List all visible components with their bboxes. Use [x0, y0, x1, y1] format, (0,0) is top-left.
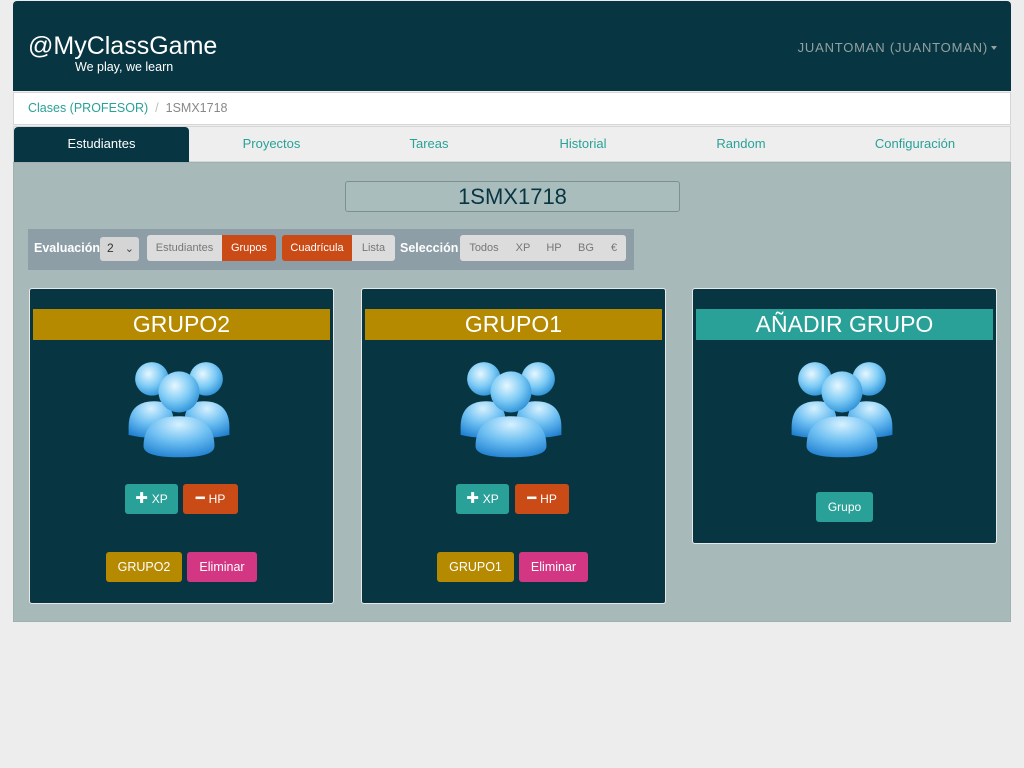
- group-name-button[interactable]: GRUPO2: [106, 552, 182, 582]
- group-card: GRUPO2 ✚ XP ━ HP GRUPO2 Eliminar: [29, 288, 334, 604]
- group-card-title: GRUPO2: [33, 309, 330, 340]
- chevron-down-icon: ⌄: [124, 243, 134, 255]
- user-name: JUANTOMAN (JUANTOMAN): [797, 40, 988, 55]
- breadcrumb-link-clases[interactable]: Clases (PROFESOR): [28, 101, 148, 115]
- select-hp-button[interactable]: HP: [538, 235, 570, 261]
- seleccion-label: Selección: [400, 241, 459, 255]
- brand-logo[interactable]: @MyClassGame: [28, 33, 217, 59]
- add-group-title: AÑADIR GRUPO: [696, 309, 993, 340]
- group-card: GRUPO1 ✚ XP ━ HP GRUPO1 Eliminar: [361, 288, 666, 604]
- delete-group-button[interactable]: Eliminar: [187, 552, 257, 582]
- brand-tagline: We play, we learn: [75, 60, 174, 74]
- view-estudiantes-button[interactable]: Estudiantes: [147, 235, 222, 261]
- evaluacion-label: Evaluación: [34, 241, 100, 255]
- add-group-card: AÑADIR GRUPO Grupo: [692, 288, 997, 544]
- tab-estudiantes[interactable]: Estudiantes: [14, 127, 189, 162]
- group-icon: [128, 362, 230, 458]
- select-todos-button[interactable]: Todos: [460, 235, 508, 261]
- tab-proyectos[interactable]: Proyectos: [189, 127, 354, 162]
- group-name-button[interactable]: GRUPO1: [437, 552, 514, 582]
- filter-toolbar: Evaluación 2 ⌄ Estudiantes Grupos Cuadrí…: [28, 229, 634, 270]
- tab-bar: Estudiantes Proyectos Tareas Historial R…: [13, 126, 1011, 162]
- remove-hp-button[interactable]: ━ HP: [515, 484, 569, 514]
- layout-lista-button[interactable]: Lista: [352, 235, 395, 261]
- tab-historial[interactable]: Historial: [504, 127, 662, 162]
- selection-toggle: Todos XP HP BG €: [460, 235, 626, 261]
- select-xp-button[interactable]: XP: [508, 235, 538, 261]
- group-icon: [460, 362, 562, 458]
- layout-cuadricula-button[interactable]: Cuadrícula: [282, 235, 352, 261]
- breadcrumb-separator: /: [155, 101, 159, 115]
- group-icon: [791, 362, 893, 458]
- breadcrumb-current: 1SMX1718: [165, 101, 228, 115]
- plus-icon: ✚: [135, 490, 148, 507]
- add-group-button[interactable]: Grupo: [816, 492, 873, 522]
- tab-configuracion[interactable]: Configuración: [820, 127, 1010, 162]
- delete-group-button[interactable]: Eliminar: [519, 552, 588, 582]
- user-menu[interactable]: JUANTOMAN (JUANTOMAN): [798, 40, 997, 55]
- minus-icon: ━: [527, 490, 537, 507]
- add-xp-button[interactable]: ✚ XP: [456, 484, 509, 514]
- breadcrumb: Clases (PROFESOR) / 1SMX1718: [13, 92, 1011, 125]
- main-content: 1SMX1718 Evaluación 2 ⌄ Estudiantes Grup…: [13, 162, 1011, 622]
- plus-icon: ✚: [466, 490, 479, 507]
- evaluacion-select[interactable]: 2 ⌄: [100, 237, 139, 261]
- tab-tareas[interactable]: Tareas: [354, 127, 504, 162]
- view-grupos-button[interactable]: Grupos: [222, 235, 276, 261]
- layout-toggle: Cuadrícula Lista: [282, 235, 395, 261]
- remove-hp-button[interactable]: ━ HP: [183, 484, 238, 514]
- group-card-title: GRUPO1: [365, 309, 662, 340]
- add-xp-button[interactable]: ✚ XP: [125, 484, 178, 514]
- select-bg-button[interactable]: BG: [570, 235, 602, 261]
- class-title: 1SMX1718: [345, 181, 680, 212]
- evaluacion-value: 2: [107, 241, 114, 255]
- tab-random[interactable]: Random: [662, 127, 820, 162]
- caret-down-icon: [991, 45, 997, 50]
- minus-icon: ━: [195, 490, 205, 507]
- select-euro-button[interactable]: €: [602, 235, 626, 261]
- view-toggle: Estudiantes Grupos: [147, 235, 276, 261]
- navbar: @MyClassGame We play, we learn JUANTOMAN…: [13, 1, 1011, 91]
